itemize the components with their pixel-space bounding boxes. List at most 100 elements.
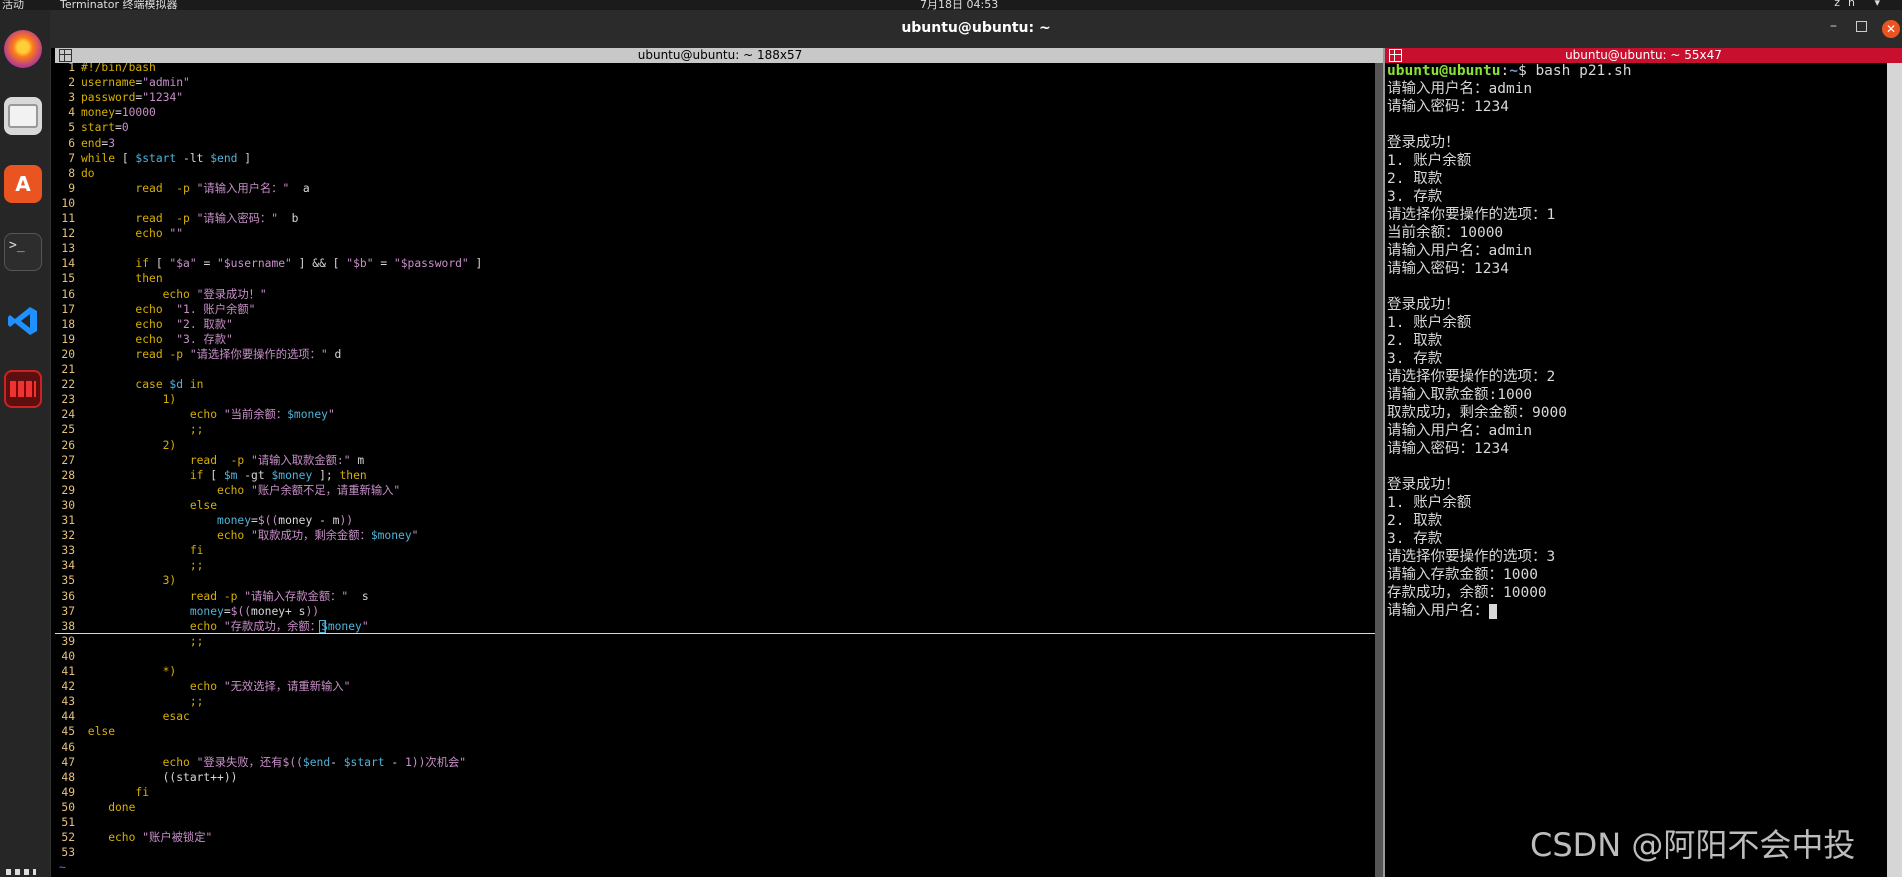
output-line: 当前余额：10000 bbox=[1387, 224, 1503, 242]
output-line: 2. 取款 bbox=[1387, 170, 1442, 188]
firefox-icon[interactable] bbox=[4, 30, 42, 68]
code-token: [ bbox=[203, 468, 224, 482]
code-token: $m bbox=[223, 468, 238, 482]
output-text: 1. 账户余额 bbox=[1387, 153, 1472, 169]
code-token: 10000 bbox=[121, 106, 156, 120]
terminal-cursor bbox=[1488, 603, 1497, 619]
code-token: 次机会" bbox=[425, 755, 467, 769]
activities-button[interactable]: 活动 bbox=[2, 0, 24, 10]
code-line: 16 echo "登录成功！" bbox=[55, 287, 266, 302]
close-button[interactable]: ✕ bbox=[1882, 20, 1900, 38]
output-text: 存款成功，余额：10000 bbox=[1387, 585, 1547, 601]
terminal-output[interactable]: ubuntu@ubuntu:~$ bash p21.sh 请输入用户名：admi… bbox=[1387, 63, 1887, 877]
show-apps-icon[interactable] bbox=[6, 869, 36, 875]
line-number: 43 bbox=[61, 695, 75, 709]
output-line: 取款成功，剩余金额：9000 bbox=[1387, 404, 1567, 422]
line-number: 34 bbox=[61, 559, 75, 573]
right-pane-titlebar[interactable]: ubuntu@ubuntu: ~ 55x47 bbox=[1385, 48, 1902, 63]
code-token: echo bbox=[81, 408, 224, 422]
output-line: 请输入用户名：admin bbox=[1387, 242, 1532, 260]
terminal-scrollbar[interactable] bbox=[1887, 63, 1902, 877]
code-token: - bbox=[330, 755, 344, 769]
minimize-button[interactable]: – bbox=[1830, 18, 1837, 34]
code-token: = bbox=[223, 604, 231, 618]
terminal-icon[interactable]: >_ bbox=[4, 233, 42, 271]
code-line: 15 then bbox=[55, 271, 162, 286]
code-token: )) bbox=[305, 604, 320, 618]
code-token: money bbox=[81, 106, 116, 120]
output-line: 请输入用户名：admin bbox=[1387, 80, 1532, 98]
code-line: 12 echo "" bbox=[55, 226, 183, 241]
output-text: 2. 取款 bbox=[1387, 333, 1443, 349]
pane-splitter[interactable] bbox=[1383, 48, 1385, 877]
cursor-line bbox=[55, 632, 1375, 634]
line-number: 16 bbox=[61, 287, 75, 301]
terminator-icon[interactable] bbox=[4, 370, 42, 408]
code-token: $start bbox=[135, 151, 177, 165]
left-pane-titlebar[interactable]: ubuntu@ubuntu: ~ 188x57 bbox=[55, 48, 1385, 63]
files-icon[interactable] bbox=[4, 97, 42, 135]
output-line: 请输入密码：1234 bbox=[1387, 440, 1509, 458]
output-text: 1. 账户余额 bbox=[1387, 315, 1472, 331]
clock[interactable]: 7月18日 04:53 bbox=[920, 0, 998, 10]
code-token: 0 bbox=[121, 121, 129, 135]
pane-scrollbar[interactable] bbox=[1375, 63, 1383, 877]
code-token: = bbox=[251, 514, 258, 527]
app-center-icon[interactable]: A bbox=[4, 165, 42, 203]
code-token: money bbox=[81, 604, 224, 618]
line-number: 24 bbox=[61, 408, 75, 422]
code-line: 30 else bbox=[55, 498, 217, 513]
output-line: 2. 取款 bbox=[1387, 332, 1442, 350]
output-line: 1. 账户余额 bbox=[1387, 314, 1471, 332]
output-line: 请输入密码：1234 bbox=[1387, 98, 1509, 116]
code-token: m bbox=[350, 453, 365, 467]
code-line: 53 bbox=[55, 845, 81, 860]
code-line: 2 username="admin" bbox=[55, 75, 190, 90]
output-line: 请选择你要操作的选项：1 bbox=[1387, 206, 1555, 224]
app-menu[interactable]: Terminator 终端模拟器 bbox=[60, 0, 178, 10]
code-token: read -p bbox=[81, 589, 245, 603]
code-line: 37 money=$((money+ s)) bbox=[55, 604, 319, 619]
maximize-button[interactable] bbox=[1856, 21, 1867, 32]
output-text: 登录成功！ bbox=[1387, 477, 1460, 493]
code-token: 3) bbox=[81, 574, 177, 588]
code-line: 20 read -p "请选择你要操作的选项：" d bbox=[55, 347, 341, 362]
code-token: echo bbox=[81, 831, 143, 845]
line-number: 3 bbox=[68, 91, 75, 105]
code-token: else bbox=[81, 725, 116, 739]
line-number: 27 bbox=[61, 453, 75, 467]
code-token: " bbox=[327, 408, 335, 422]
vim-editor[interactable]: 1 #!/bin/bash 2 username="admin" 3 password="… bbox=[55, 63, 1375, 877]
line-number: 22 bbox=[61, 378, 75, 392]
code-token: "请选择你要操作的选项：" bbox=[189, 347, 328, 361]
line-number: 41 bbox=[61, 665, 75, 678]
code-line: 6 end=3 bbox=[55, 136, 115, 151]
line-number: 8 bbox=[68, 166, 75, 180]
line-number: 46 bbox=[61, 740, 75, 754]
code-token: money+ s bbox=[251, 604, 306, 618]
code-line: 21 bbox=[55, 362, 81, 377]
code-token: 3 bbox=[108, 136, 116, 150]
code-token: "无效选择，请重新输入" bbox=[223, 680, 351, 694]
code-token: "请输入存款金额：" bbox=[244, 589, 349, 603]
code-line: 18 echo "2. 取款" bbox=[55, 317, 232, 332]
code-line: 4 money=10000 bbox=[55, 105, 156, 120]
code-token: b bbox=[278, 212, 299, 225]
output-line: 3. 存款 bbox=[1387, 530, 1442, 548]
window-titlebar[interactable]: ubuntu@ubuntu: ~ – ✕ bbox=[50, 10, 1902, 48]
code-token: = bbox=[115, 121, 122, 135]
code-token: "请输入用户名：" bbox=[196, 181, 290, 195]
code-token: d bbox=[327, 347, 342, 361]
output-text: 当前余额：10000 bbox=[1387, 225, 1504, 241]
code-token: "1234" bbox=[142, 91, 184, 105]
code-token: *) bbox=[81, 665, 177, 678]
editor-cursor bbox=[319, 619, 326, 633]
code-token: "当前余额： bbox=[223, 408, 288, 422]
system-menu[interactable]: zh ▾ bbox=[1834, 0, 1888, 9]
code-line: 22 case $d in bbox=[55, 377, 203, 392]
code-token: " bbox=[361, 619, 369, 633]
vscode-icon[interactable] bbox=[4, 302, 42, 340]
code-line: 17 echo "1. 账户余额" bbox=[55, 302, 255, 317]
output-text: 请选择你要操作的选项：2 bbox=[1387, 369, 1556, 385]
code-line: 33 fi bbox=[55, 543, 203, 558]
